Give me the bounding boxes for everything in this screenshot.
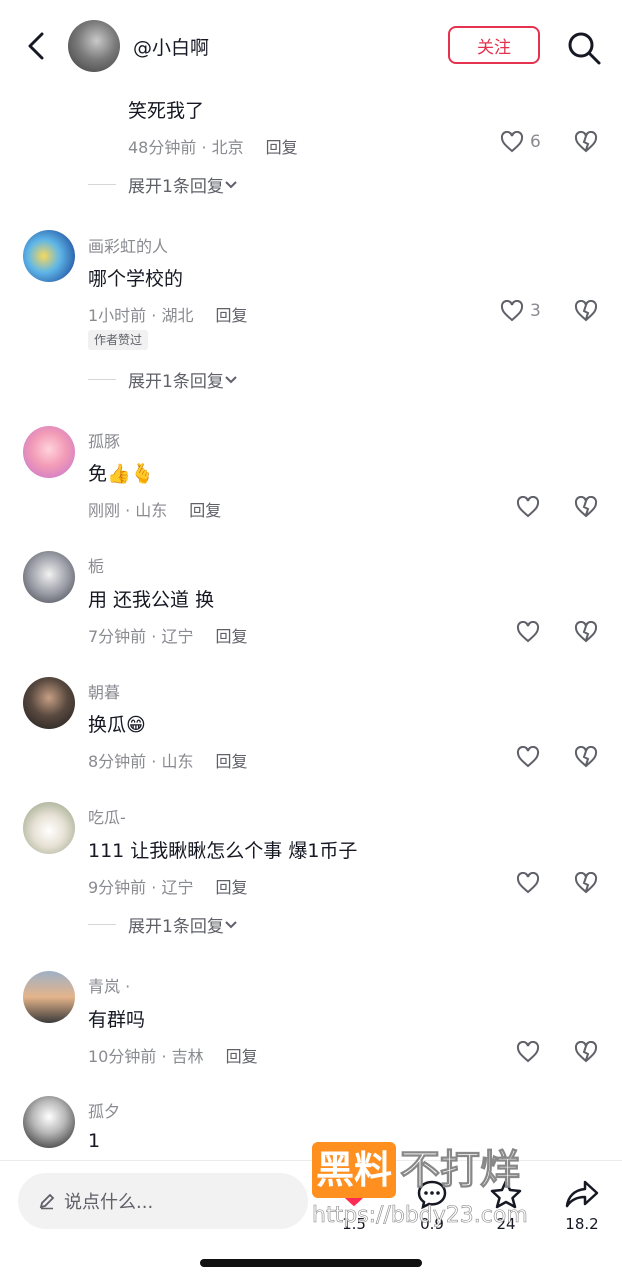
dislike-icon[interactable] [574,300,598,322]
reply-button[interactable]: 回复 [189,501,221,520]
comment-meta: 9分钟前 · 辽宁 回复 [88,874,247,898]
comment-time-location: 8分钟前 · 山东 [88,752,194,771]
comment-username[interactable]: 栀 [88,553,104,577]
heart-icon [500,131,524,153]
expand-replies-label: 展开1条回复 [128,372,224,392]
comment-text: 换瓜😁 [88,714,146,736]
like-button[interactable] [516,746,540,768]
dislike-icon[interactable] [574,1041,598,1063]
comment-username[interactable]: 孤夕 [88,1098,120,1122]
comment-time-location: 48分钟前 · 北京 [128,138,244,157]
like-button[interactable]: 3 [500,300,541,322]
comment-time-location: 10分钟前 · 吉林 [88,1047,204,1066]
avatar[interactable] [23,971,75,1023]
dislike-icon[interactable] [574,621,598,643]
heart-icon [516,872,540,894]
dislike-icon[interactable] [574,496,598,518]
watermark-brand: 黑料 [312,1142,397,1198]
dislike-icon[interactable] [574,872,598,894]
chevron-down-icon [225,920,237,928]
divider [88,924,116,925]
heart-icon [500,300,524,322]
comment-text: 1 [88,1130,101,1152]
watermark-tagline: 不打烊 [400,1147,521,1194]
comment-meta: 8分钟前 · 山东 回复 [88,748,247,772]
heart-icon [516,1041,540,1063]
share-button[interactable]: 18.2 [562,1179,602,1233]
watermark: 黑料 不打烊 https://bbdy23.com [312,1137,528,1228]
author-avatar[interactable] [68,20,120,72]
search-icon[interactable] [566,30,602,66]
comment-text: 哪个学校的 [88,268,184,290]
reply-button[interactable]: 回复 [215,752,247,771]
comment-input[interactable]: 说点什么... [18,1173,308,1229]
follow-button[interactable]: 关注 [448,26,540,64]
expand-replies-label: 展开1条回复 [128,177,224,197]
reply-button[interactable]: 回复 [215,627,247,646]
pencil-icon [39,1193,55,1210]
comment-meta: 48分钟前 · 北京 回复 [128,134,298,158]
back-arrow-icon[interactable] [22,30,52,62]
comment-username[interactable]: 孤豚 [88,428,120,452]
avatar[interactable] [23,1096,75,1148]
chevron-down-icon [225,180,237,188]
comment-text: 用 还我公道 换 [88,589,215,611]
share-count: 18.2 [565,1215,599,1233]
watermark-url: https://bbdy23.com [312,1203,528,1229]
dislike-icon[interactable] [574,131,598,153]
comment-time-location: 7分钟前 · 辽宁 [88,627,194,646]
comment-time-location: 刚刚 · 山东 [88,501,168,520]
reply-button[interactable]: 回复 [215,306,247,325]
comment-text: 有群吗 [88,1009,146,1031]
comment-meta: 1小时前 · 湖北 回复 [88,302,247,326]
comment-meta: 7分钟前 · 辽宁 回复 [88,623,247,647]
reply-button[interactable]: 回复 [215,878,247,897]
expand-replies-button[interactable]: 展开1条回复 [88,172,238,197]
divider [88,379,116,380]
heart-icon [516,621,540,643]
like-button[interactable] [516,621,540,643]
share-arrow-icon [565,1180,599,1208]
avatar[interactable] [23,426,75,478]
author-liked-badge: 作者赞过 [88,330,149,350]
expand-replies-label: 展开1条回复 [128,917,224,937]
comment-time-location: 9分钟前 · 辽宁 [88,878,194,897]
comment-username[interactable]: 青岚 · [88,973,130,997]
avatar[interactable] [23,551,75,603]
like-button[interactable] [516,872,540,894]
like-count: 3 [530,301,541,321]
heart-icon [516,746,540,768]
expand-replies-button[interactable]: 展开1条回复 [88,367,238,392]
avatar[interactable] [23,677,75,729]
comment-text: 笑死我了 [128,100,205,122]
like-count: 6 [530,132,541,152]
comment-text: 免👍🫰 [88,463,155,485]
like-button[interactable] [516,1041,540,1063]
chevron-down-icon [225,375,237,383]
comment-username[interactable]: 画彩虹的人 [88,233,168,257]
reply-button[interactable]: 回复 [266,138,298,157]
divider [88,184,116,185]
avatar[interactable] [23,230,75,282]
avatar[interactable] [23,802,75,854]
comment-meta: 10分钟前 · 吉林 回复 [88,1043,258,1067]
bottom-action-bar: 说点什么... 1.5 0.9 24 18.2 [0,1160,622,1281]
comment-time-location: 1小时前 · 湖北 [88,306,194,325]
comment-username[interactable]: 吃瓜- [88,804,126,828]
heart-icon [516,496,540,518]
like-button[interactable]: 6 [500,131,541,153]
comment-text: 111 让我瞅瞅怎么个事 爆1币子 [88,840,358,862]
reply-button[interactable]: 回复 [226,1047,258,1066]
home-indicator[interactable] [200,1259,422,1267]
like-button[interactable] [516,496,540,518]
comment-username[interactable]: 朝暮 [88,679,120,703]
expand-replies-button[interactable]: 展开1条回复 [88,912,238,937]
author-username[interactable]: @小白啊 [133,33,209,60]
comment-input-placeholder: 说点什么... [64,1192,154,1213]
dislike-icon[interactable] [574,746,598,768]
comment-meta: 刚刚 · 山东 回复 [88,497,221,521]
top-bar: @小白啊 关注 [0,0,622,92]
